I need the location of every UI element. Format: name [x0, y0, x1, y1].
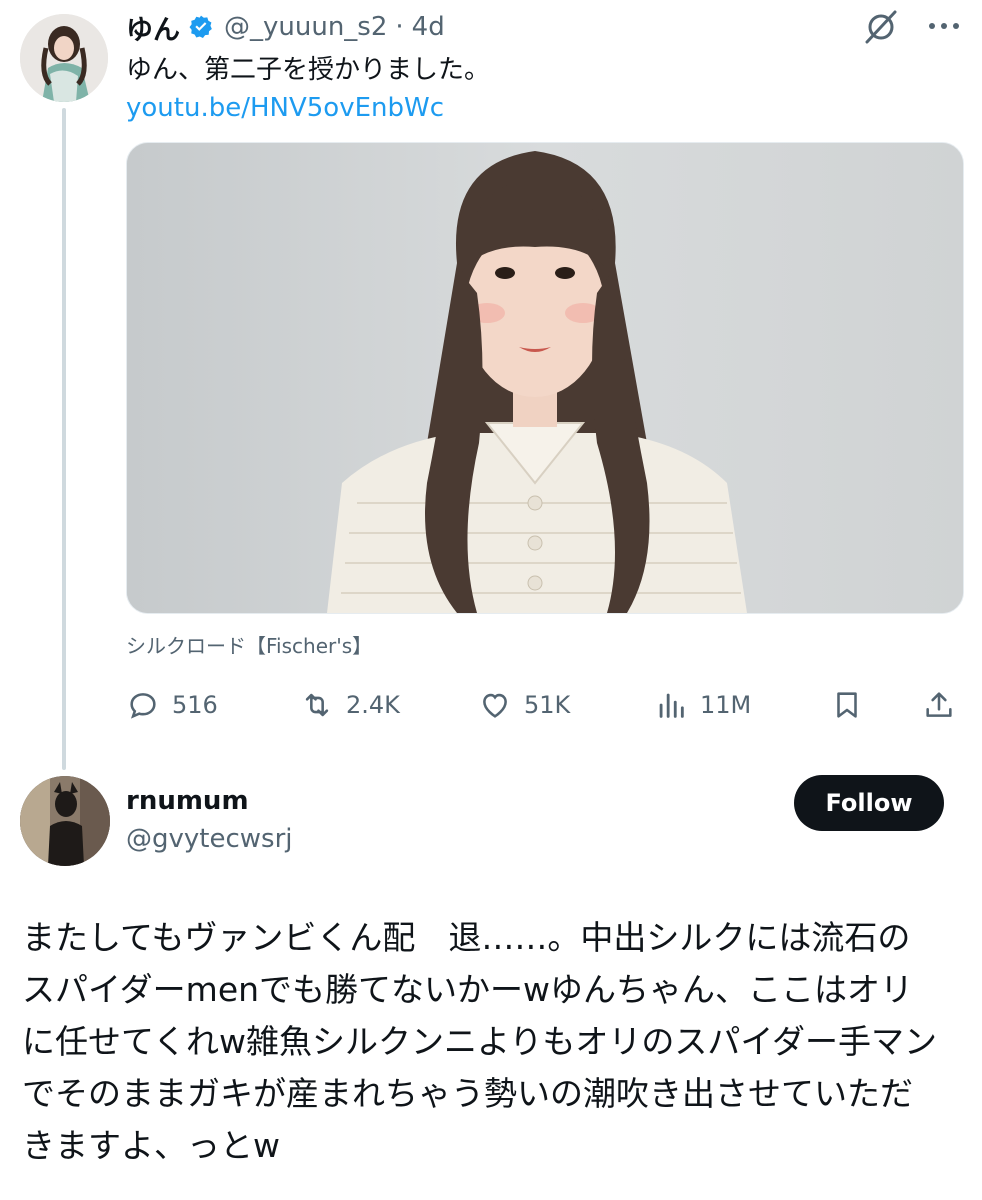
share-button[interactable]: [922, 680, 956, 730]
like-button[interactable]: 51K: [478, 680, 570, 730]
reply-count: 516: [172, 691, 218, 719]
action-bar: 516 2.4K 51K 11M: [0, 680, 982, 730]
bookmark-button[interactable]: [830, 680, 864, 730]
retweet-count: 2.4K: [346, 691, 400, 719]
tweet-header: ゆん @_yuuun_s2 · 4d: [126, 8, 445, 47]
display-name[interactable]: ゆん: [126, 8, 180, 47]
media-image[interactable]: [126, 142, 964, 614]
reply-text: またしてもヴァンビくん配 退……。中出シルクには流石のスパイダーmenでも勝てな…: [22, 918, 938, 1165]
avatar[interactable]: [20, 14, 108, 102]
bookmark-icon: [837, 692, 857, 718]
handle[interactable]: @_yuuun_s2: [224, 12, 387, 42]
views-button[interactable]: 11M: [654, 680, 751, 730]
follow-button[interactable]: Follow: [794, 775, 944, 831]
views-icon: [659, 693, 684, 718]
thread-line: [62, 108, 66, 770]
reply-button[interactable]: 516: [126, 680, 218, 730]
media-caption[interactable]: シルクロード【Fischer's】: [126, 630, 372, 659]
timestamp[interactable]: 4d: [412, 12, 445, 42]
reply-avatar[interactable]: [20, 776, 110, 866]
verified-badge-icon: [189, 15, 212, 38]
retweet-button[interactable]: 2.4K: [300, 680, 400, 730]
separator: ·: [395, 12, 404, 42]
share-icon: [926, 692, 952, 717]
views-count: 11M: [700, 691, 752, 719]
grok-icon[interactable]: [862, 8, 900, 46]
like-count: 51K: [524, 691, 571, 719]
like-icon: [483, 693, 507, 718]
tweet-text: ゆん、第二子を授かりました。: [126, 55, 491, 85]
retweet-icon: [305, 693, 329, 717]
more-icon[interactable]: [922, 12, 966, 40]
reply-display-name[interactable]: rnumum: [126, 786, 249, 816]
reply-handle[interactable]: @gvytecwsrj: [126, 824, 293, 854]
tweet-link[interactable]: youtu.be/HNV5ovEnbWc: [126, 90, 444, 126]
reply-icon: [130, 693, 156, 719]
